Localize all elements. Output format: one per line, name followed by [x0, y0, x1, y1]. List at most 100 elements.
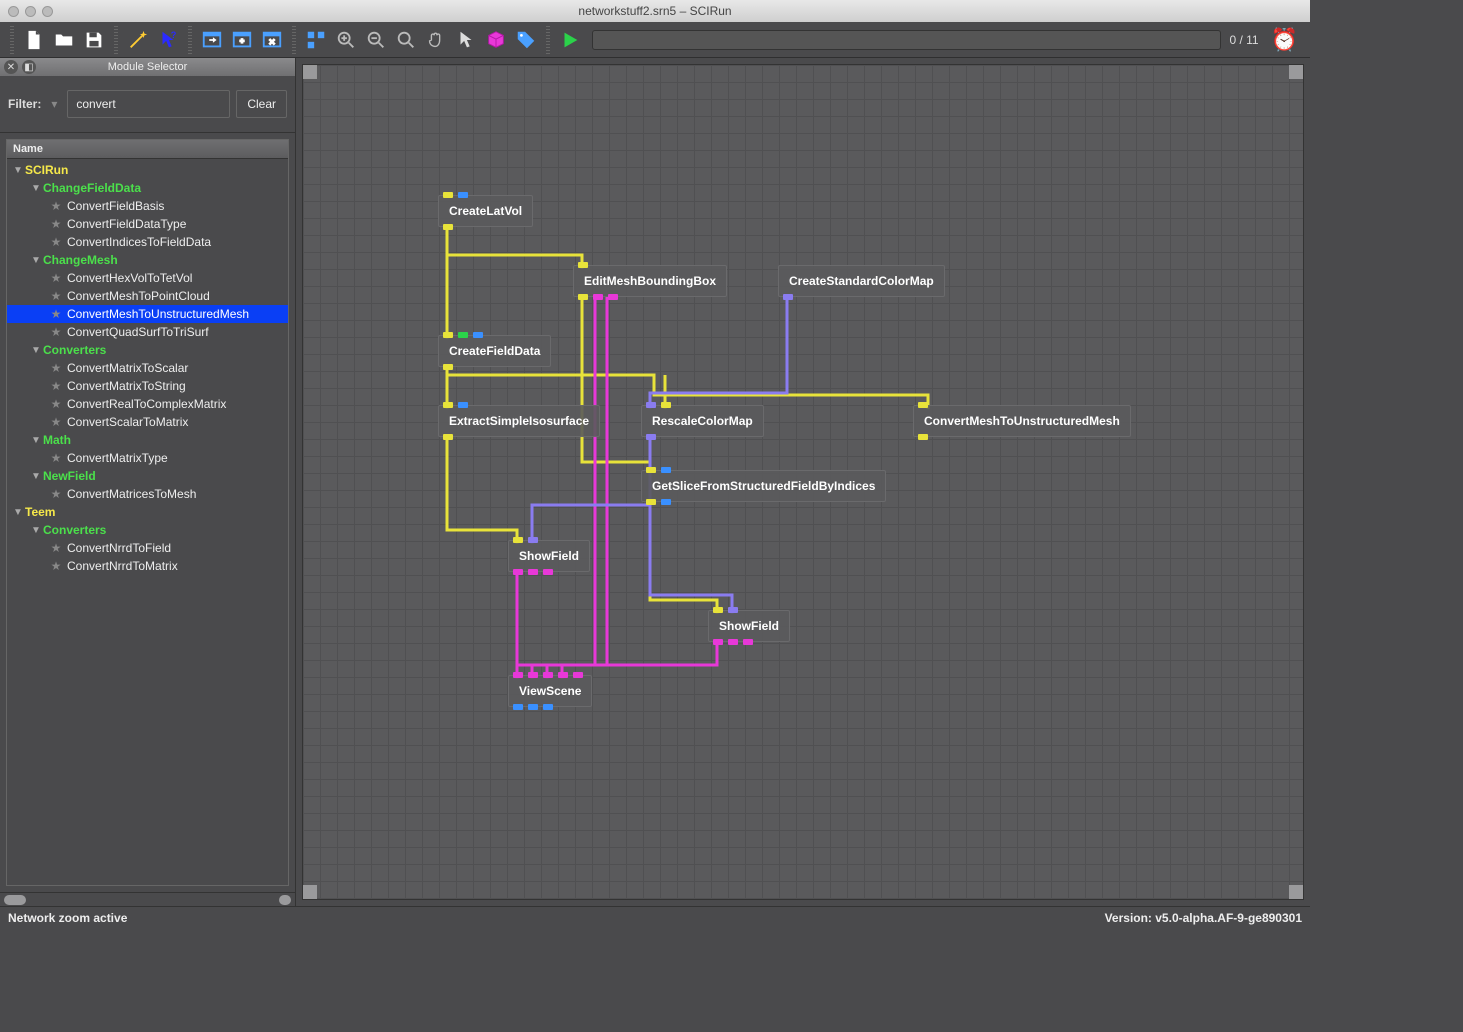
filter-input[interactable]: [67, 90, 230, 118]
scrollbar-thumb[interactable]: [279, 895, 291, 905]
input-port[interactable]: [918, 402, 928, 408]
module-tree-item[interactable]: ★ConvertQuadSurfToTriSurf: [7, 323, 288, 341]
input-port[interactable]: [543, 672, 553, 678]
output-port[interactable]: [918, 434, 928, 440]
tree-column-header[interactable]: Name: [7, 140, 288, 159]
favorite-star-icon[interactable]: ★: [49, 217, 63, 231]
module-tree-item[interactable]: ★ConvertHexVolToTetVol: [7, 269, 288, 287]
save-button[interactable]: [80, 26, 108, 54]
module-tree-item[interactable]: ★ConvertMatrixType: [7, 449, 288, 467]
output-port[interactable]: [443, 364, 453, 370]
output-port[interactable]: [443, 224, 453, 230]
canvas-scroll-corner[interactable]: [1289, 885, 1303, 899]
module-tree-category[interactable]: ▼ChangeMesh: [7, 251, 288, 269]
window-forward-button[interactable]: [198, 26, 226, 54]
module-node-CreateStandardColorMap[interactable]: CreateStandardColorMap: [778, 265, 945, 297]
output-port[interactable]: [513, 569, 523, 575]
panel-undock-button[interactable]: ◧: [22, 60, 36, 74]
output-port[interactable]: [593, 294, 603, 300]
input-port[interactable]: [661, 467, 671, 473]
canvas-scroll-corner[interactable]: [303, 65, 317, 79]
output-port[interactable]: [443, 434, 453, 440]
canvas-scroll-corner[interactable]: [303, 885, 317, 899]
module-node-ShowField2[interactable]: ShowField: [708, 610, 790, 642]
input-port[interactable]: [458, 192, 468, 198]
module-tree-item[interactable]: ★ConvertMeshToPointCloud: [7, 287, 288, 305]
output-port[interactable]: [646, 434, 656, 440]
layout-button[interactable]: [302, 26, 330, 54]
module-tree-item[interactable]: ★ConvertFieldDataType: [7, 215, 288, 233]
output-port[interactable]: [528, 704, 538, 710]
favorite-star-icon[interactable]: ★: [49, 541, 63, 555]
zoom-in-button[interactable]: [332, 26, 360, 54]
disclosure-icon[interactable]: ▼: [13, 507, 23, 518]
network-canvas[interactable]: CreateLatVol EditMeshBoundingBox CreateSta…: [302, 64, 1304, 900]
input-port[interactable]: [558, 672, 568, 678]
favorite-star-icon[interactable]: ★: [49, 289, 63, 303]
module-tree-root[interactable]: ▼Teem: [7, 503, 288, 521]
input-port[interactable]: [513, 537, 523, 543]
input-port[interactable]: [528, 672, 538, 678]
output-port[interactable]: [646, 499, 656, 505]
module-node-ViewScene[interactable]: ViewScene: [508, 675, 592, 707]
favorite-star-icon[interactable]: ★: [49, 235, 63, 249]
module-tree-category[interactable]: ▼Math: [7, 431, 288, 449]
disclosure-icon[interactable]: ▼: [31, 471, 41, 482]
module-node-CreateLatVol[interactable]: CreateLatVol: [438, 195, 533, 227]
disclosure-icon[interactable]: ▼: [31, 525, 41, 536]
wizard-button[interactable]: [124, 26, 152, 54]
favorite-star-icon[interactable]: ★: [49, 271, 63, 285]
help-pointer-button[interactable]: ?: [154, 26, 182, 54]
zoom-window-button[interactable]: [42, 6, 53, 17]
module-tree-item[interactable]: ★ConvertMeshToUnstructuredMesh: [7, 305, 288, 323]
output-port[interactable]: [543, 569, 553, 575]
module-node-CreateFieldData[interactable]: CreateFieldData: [438, 335, 551, 367]
disclosure-icon[interactable]: ▼: [31, 255, 41, 266]
zoom-out-button[interactable]: [362, 26, 390, 54]
module-tree-category[interactable]: ▼Converters: [7, 341, 288, 359]
input-port[interactable]: [578, 262, 588, 268]
output-port[interactable]: [713, 639, 723, 645]
module-tree-item[interactable]: ★ConvertScalarToMatrix: [7, 413, 288, 431]
input-port[interactable]: [473, 332, 483, 338]
tree-body[interactable]: ▼SCIRun▼ChangeFieldData★ConvertFieldBasi…: [7, 159, 288, 885]
output-port[interactable]: [608, 294, 618, 300]
module-node-ConvertMeshToUnstructuredMesh[interactable]: ConvertMeshToUnstructuredMesh: [913, 405, 1131, 437]
input-port[interactable]: [713, 607, 723, 613]
play-button[interactable]: [556, 26, 584, 54]
output-port[interactable]: [661, 499, 671, 505]
module-node-EditMeshBoundingBox[interactable]: EditMeshBoundingBox: [573, 265, 727, 297]
disclosure-icon[interactable]: ▼: [13, 165, 23, 176]
clear-filter-button[interactable]: Clear: [236, 90, 287, 118]
output-port[interactable]: [543, 704, 553, 710]
favorite-star-icon[interactable]: ★: [49, 559, 63, 573]
module-tree-category[interactable]: ▼ChangeFieldData: [7, 179, 288, 197]
favorite-star-icon[interactable]: ★: [49, 325, 63, 339]
minimize-window-button[interactable]: [25, 6, 36, 17]
module-node-ExtractSimpleIsosurface[interactable]: ExtractSimpleIsosurface: [438, 405, 600, 437]
output-port[interactable]: [728, 639, 738, 645]
input-port[interactable]: [443, 192, 453, 198]
module-tree-item[interactable]: ★ConvertRealToComplexMatrix: [7, 395, 288, 413]
input-port[interactable]: [443, 402, 453, 408]
disclosure-icon[interactable]: ▼: [31, 435, 41, 446]
favorite-star-icon[interactable]: ★: [49, 361, 63, 375]
input-port[interactable]: [458, 402, 468, 408]
canvas-scroll-corner[interactable]: [1289, 65, 1303, 79]
output-port[interactable]: [743, 639, 753, 645]
favorite-star-icon[interactable]: ★: [49, 397, 63, 411]
module-node-ShowField1[interactable]: ShowField: [508, 540, 590, 572]
favorite-star-icon[interactable]: ★: [49, 415, 63, 429]
panel-close-button[interactable]: ✕: [4, 60, 18, 74]
close-window-button[interactable]: [8, 6, 19, 17]
filter-dropdown-icon[interactable]: ▾: [47, 97, 61, 111]
input-port[interactable]: [513, 672, 523, 678]
pan-tool-button[interactable]: [422, 26, 450, 54]
output-port[interactable]: [513, 704, 523, 710]
module-tree-item[interactable]: ★ConvertNrrdToMatrix: [7, 557, 288, 575]
window-add-button[interactable]: [228, 26, 256, 54]
favorite-star-icon[interactable]: ★: [49, 451, 63, 465]
select-tool-button[interactable]: [452, 26, 480, 54]
disclosure-icon[interactable]: ▼: [31, 183, 41, 194]
window-close-button[interactable]: [258, 26, 286, 54]
